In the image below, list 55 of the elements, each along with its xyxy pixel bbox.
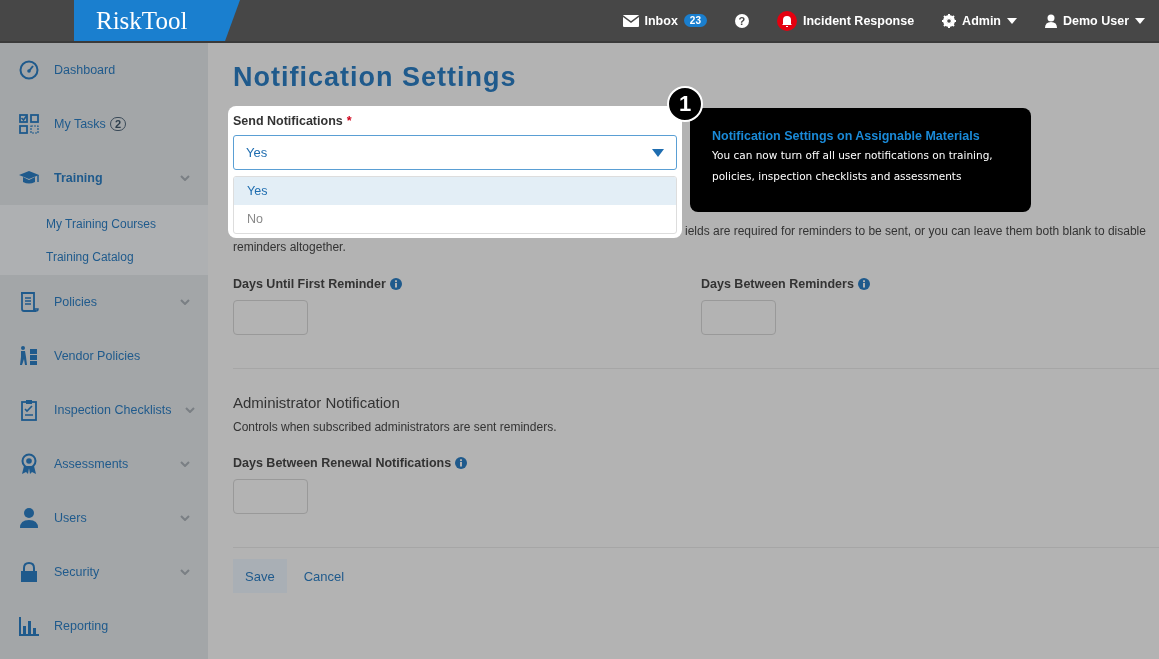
inbox-link[interactable]: Inbox (644, 13, 678, 28)
envelope-icon[interactable] (622, 14, 639, 27)
submenu-item[interactable]: Training Catalog (0, 240, 208, 273)
sidebar-item[interactable]: Dashboard (0, 43, 208, 97)
submenu-item[interactable]: My Training Courses (0, 207, 208, 240)
clipboard-icon (18, 399, 40, 421)
caret-icon[interactable] (652, 148, 664, 157)
sidebar-item[interactable]: My Tasks 2 (0, 97, 208, 151)
sidebar-item[interactable]: Users (0, 491, 208, 545)
save-button[interactable]: Save (233, 559, 287, 593)
inbox-count: 23 (683, 14, 707, 27)
sidebar-item[interactable]: Training (0, 151, 208, 205)
user-icon (18, 507, 40, 529)
sidebar-item[interactable]: Policies (0, 275, 208, 329)
checklist-grid-icon (18, 113, 40, 135)
caret-icon[interactable] (1135, 17, 1145, 24)
field-label: Days Until First Reminder (233, 277, 386, 291)
tooltip-title: Notification Settings on Assignable Materials (712, 129, 981, 143)
lock-icon (18, 561, 40, 583)
info-icon[interactable] (389, 278, 402, 290)
number-field[interactable] (233, 300, 308, 335)
info-icon[interactable] (857, 278, 870, 290)
tooltip-text: You can now turn off all user notifications on training, policies, inspection checklists and assessments (712, 148, 994, 184)
cancel-link[interactable]: Cancel (303, 568, 345, 584)
gear-icon[interactable] (942, 13, 957, 28)
help-button[interactable]: ? (734, 13, 749, 28)
incident-response-link[interactable]: Incident Response (802, 13, 915, 28)
document-icon (18, 291, 40, 313)
caret-icon[interactable] (1007, 17, 1017, 24)
sidebar-item[interactable]: Reporting (0, 599, 208, 653)
sidebar-item[interactable]: Security (0, 545, 208, 599)
step-badge: 1 (667, 86, 703, 122)
field-label: Send Notifications (233, 114, 343, 128)
number-field[interactable] (701, 300, 776, 335)
bar-chart-icon (18, 615, 40, 637)
user-menu[interactable]: Demo User (1063, 13, 1129, 28)
sidebar-item[interactable]: Vendor Policies (0, 329, 208, 383)
number-field[interactable] (233, 479, 308, 514)
field-label: Days Between Renewal Notifications (233, 456, 452, 470)
info-icon[interactable] (455, 457, 468, 469)
section-description: Controls when subscribed administrators are sent reminders. (233, 420, 558, 434)
admin-menu[interactable]: Admin (962, 13, 1001, 28)
sidebar-item[interactable]: Assessments (0, 437, 208, 491)
page-title: Notification Settings (233, 61, 518, 93)
user-icon[interactable] (1045, 13, 1057, 28)
section-heading: Administrator Notification (233, 394, 401, 411)
bell-icon[interactable] (776, 10, 797, 31)
dropdown-field[interactable]: Yes (233, 135, 677, 170)
person-cart-icon (18, 345, 40, 367)
dropdown-option[interactable]: Yes (234, 177, 676, 205)
logo[interactable]: RiskTool (74, 0, 240, 41)
required-mark: * (346, 114, 352, 128)
field-label: Days Between Reminders (701, 277, 854, 291)
gauge-icon (18, 59, 40, 81)
sidebar-item[interactable]: Inspection Checklists (0, 383, 208, 437)
